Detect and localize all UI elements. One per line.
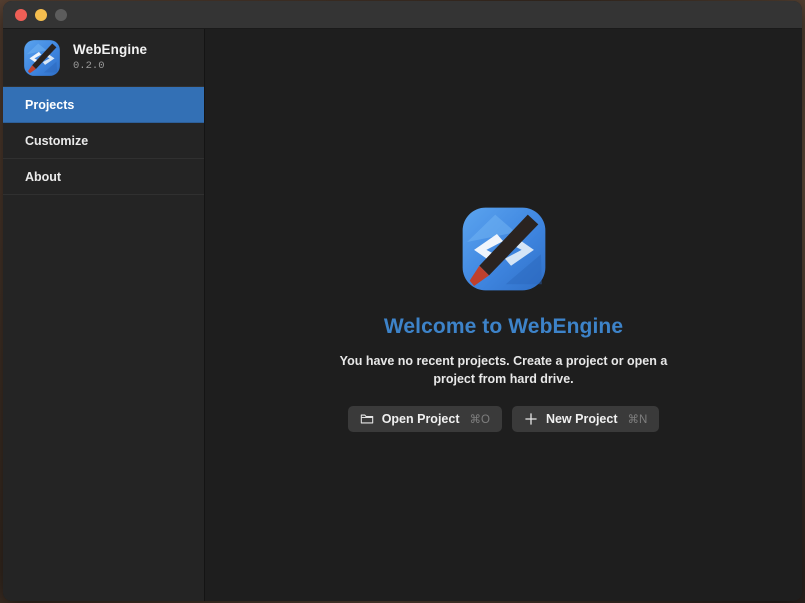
plus-icon xyxy=(524,412,538,426)
sidebar-item-projects[interactable]: Projects xyxy=(3,87,204,123)
sidebar-item-about[interactable]: About xyxy=(3,159,204,195)
window-titlebar xyxy=(3,1,802,29)
desktop-background: WebEngine 0.2.0 Projects Customize About xyxy=(0,0,805,603)
sidebar-item-label: Customize xyxy=(25,133,89,148)
webengine-logo-icon xyxy=(23,39,61,77)
open-project-button[interactable]: Open Project ⌘O xyxy=(347,406,502,432)
page-title: Welcome to WebEngine xyxy=(383,315,624,338)
open-project-shortcut: ⌘O xyxy=(469,414,490,426)
app-name: WebEngine xyxy=(73,42,148,57)
new-project-shortcut: ⌘N xyxy=(627,414,648,426)
new-project-label: New Project xyxy=(545,412,618,426)
welcome-description: You have no recent projects. Create a pr… xyxy=(339,354,668,386)
welcome-actions: Open Project ⌘O New Project ⌘N xyxy=(347,406,660,432)
zoom-window-button[interactable] xyxy=(55,8,67,21)
close-window-button[interactable] xyxy=(15,8,27,21)
new-project-button[interactable]: New Project ⌘N xyxy=(511,406,660,432)
sidebar-item-label: Projects xyxy=(25,97,75,112)
sidebar-brand: WebEngine 0.2.0 xyxy=(3,29,204,87)
minimize-window-button[interactable] xyxy=(35,8,47,21)
webengine-logo-icon xyxy=(460,205,548,293)
window-body: WebEngine 0.2.0 Projects Customize About xyxy=(3,29,802,601)
app-window: WebEngine 0.2.0 Projects Customize About xyxy=(3,1,802,601)
sidebar: WebEngine 0.2.0 Projects Customize About xyxy=(3,29,205,601)
sidebar-item-customize[interactable]: Customize xyxy=(3,123,204,159)
sidebar-item-label: About xyxy=(25,169,62,184)
app-version: 0.2.0 xyxy=(73,60,105,72)
folder-icon xyxy=(360,412,374,426)
welcome-panel: Welcome to WebEngine You have no recent … xyxy=(205,205,802,432)
sidebar-empty-area xyxy=(3,195,204,601)
main-content: Welcome to WebEngine You have no recent … xyxy=(205,29,802,601)
open-project-label: Open Project xyxy=(381,412,460,426)
